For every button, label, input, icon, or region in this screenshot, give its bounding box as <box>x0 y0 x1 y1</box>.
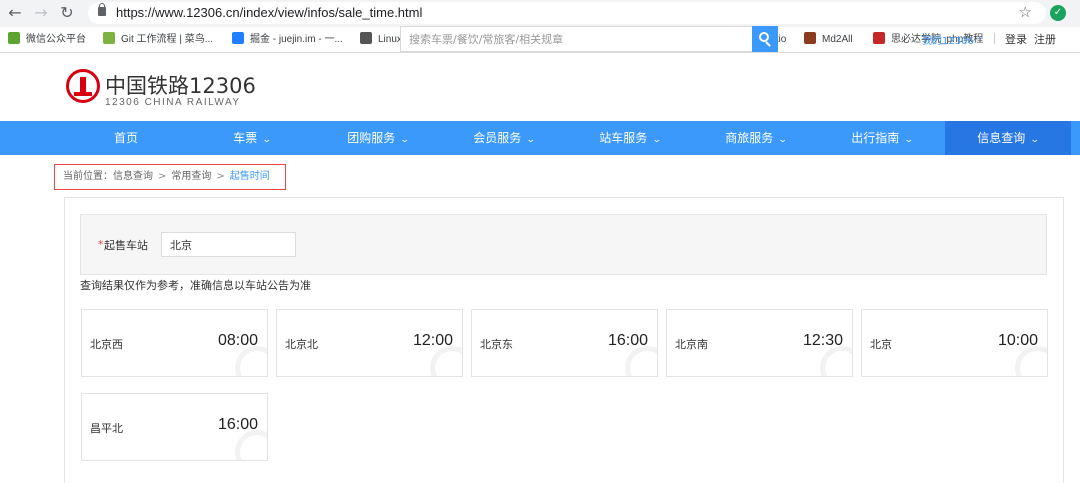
watermark-icon <box>235 430 267 460</box>
breadcrumb-current: 起售时间 <box>229 171 270 182</box>
breadcrumb-separator: > <box>216 171 225 182</box>
nav-item-label: 信息查询 <box>977 131 1026 145</box>
nav-item-label: 商旅服务 <box>725 131 774 145</box>
station-label: 起售车站 <box>104 239 148 252</box>
nav-item[interactable]: 商旅服务 ⌄ <box>693 121 819 155</box>
nav-item-label: 团购服务 <box>347 131 396 145</box>
reload-icon[interactable]: ↻ <box>58 4 76 22</box>
watermark-icon <box>235 346 267 376</box>
nav-item[interactable]: 车票 ⌄ <box>189 121 315 155</box>
bookmark-label: Git 工作流程 | 菜鸟... <box>121 34 214 45</box>
back-icon[interactable]: ← <box>6 4 24 22</box>
watermark-icon <box>430 346 462 376</box>
station-name: 北京东 <box>480 338 513 351</box>
bookmark-label: Md2All <box>822 34 853 45</box>
juejin-icon <box>232 32 244 44</box>
disclaimer-note: 查询结果仅作为参考，准确信息以车站公告为准 <box>80 279 311 292</box>
breadcrumb-item[interactable]: 信息查询 <box>113 171 153 182</box>
bookmark-star-icon[interactable]: ☆ <box>1019 3 1032 21</box>
nav-item[interactable]: 首页 <box>63 121 189 155</box>
bookmark-item[interactable]: 掘金 - juejin.im - 一... <box>232 32 343 48</box>
sale-time: 12:30 <box>802 332 843 349</box>
breadcrumb-prefix: 当前位置： <box>63 171 113 182</box>
nav-item[interactable]: 出行指南 ⌄ <box>819 121 945 155</box>
extension-icon[interactable]: ✓ <box>1050 5 1066 21</box>
chevron-down-icon: ⌄ <box>778 135 788 145</box>
runoob-icon <box>103 32 115 44</box>
sale-time: 08:00 <box>217 332 258 349</box>
forward-icon[interactable]: → <box>32 4 50 22</box>
station-input[interactable] <box>161 232 296 257</box>
divider <box>994 33 995 44</box>
railway-logo-icon[interactable] <box>66 69 100 103</box>
station-card: 北京北 12:00 <box>276 309 463 377</box>
bookmark-item[interactable]: 微信公众平台 <box>8 32 86 48</box>
bookmark-item[interactable]: Git 工作流程 | 菜鸟... <box>103 32 213 48</box>
chevron-down-icon: ⌄ <box>400 135 410 145</box>
main-nav: 首页 车票 ⌄ 团购服务 ⌄ 会员服务 ⌄ 站车服务 ⌄ 商旅服务 ⌄ 出行指南 ⌄ 信息查询 ⌄ <box>0 121 1080 155</box>
nav-item[interactable]: 团购服务 ⌄ <box>315 121 441 155</box>
station-card: 北京西 08:00 <box>81 309 268 377</box>
nav-item-label: 会员服务 <box>473 131 522 145</box>
wechat-icon <box>8 32 20 44</box>
lock-icon <box>98 3 106 16</box>
bookmark-label: 掘金 - juejin.im - 一... <box>250 34 343 45</box>
si-icon <box>873 32 885 44</box>
sale-time: 10:00 <box>997 332 1038 349</box>
nav-item-label: 站车服务 <box>599 131 648 145</box>
address-bar[interactable]: https://www.12306.cn/index/view/infos/sa… <box>88 2 1046 24</box>
station-name: 北京北 <box>285 338 318 351</box>
site-header: 中国铁路12306 12306 CHINA RAILWAY <box>0 53 1080 121</box>
watermark-icon <box>1015 346 1047 376</box>
sale-time: 12:00 <box>412 332 453 349</box>
chevron-down-icon: ⌄ <box>652 135 662 145</box>
station-name: 北京南 <box>675 338 708 351</box>
nav-item[interactable]: 站车服务 ⌄ <box>567 121 693 155</box>
search-icon <box>759 32 769 42</box>
nav-item[interactable]: 会员服务 ⌄ <box>441 121 567 155</box>
linux-icon <box>360 32 372 44</box>
chevron-down-icon[interactable]: ⌄ <box>977 32 985 42</box>
watermark-icon <box>820 346 852 376</box>
station-card: 北京南 12:30 <box>666 309 853 377</box>
bookmark-item[interactable]: Md2All <box>804 32 853 48</box>
bookmark-label: 微信公众平台 <box>26 34 86 45</box>
site-search <box>400 26 752 52</box>
station-card: 北京 10:00 <box>861 309 1048 377</box>
search-button[interactable] <box>752 26 778 52</box>
watermark-icon <box>625 346 657 376</box>
sale-time: 16:00 <box>217 416 258 433</box>
logo-title[interactable]: 中国铁路12306 <box>105 70 256 100</box>
required-mark: * <box>98 238 104 251</box>
logo-subtitle: 12306 CHINA RAILWAY <box>105 97 241 108</box>
register-link[interactable]: 注册 <box>1034 31 1056 47</box>
md2all-icon <box>804 32 816 44</box>
station-name: 昌平北 <box>90 422 123 435</box>
station-name: 北京西 <box>90 338 123 351</box>
chevron-down-icon: ⌄ <box>526 135 536 145</box>
nav-item[interactable]: 信息查询 ⌄ <box>945 121 1071 155</box>
breadcrumb-item[interactable]: 常用查询 <box>171 171 211 182</box>
nav-item-label: 出行指南 <box>851 131 900 145</box>
sale-time: 16:00 <box>607 332 648 349</box>
station-name: 北京 <box>870 338 892 351</box>
chevron-down-icon: ⌄ <box>262 135 272 145</box>
nav-item-label: 首页 <box>113 131 138 145</box>
station-card: 昌平北 16:00 <box>81 393 268 461</box>
url-text[interactable]: https://www.12306.cn/index/view/infos/sa… <box>116 5 422 20</box>
browser-toolbar: ← → ↻ https://www.12306.cn/index/view/in… <box>0 0 1080 27</box>
site-search-input[interactable] <box>401 27 751 51</box>
nav-item-label: 车票 <box>233 131 258 145</box>
chevron-down-icon: ⌄ <box>904 135 914 145</box>
breadcrumb: 当前位置：信息查询 > 常用查询 > 起售时间 <box>54 164 286 190</box>
my-account-link[interactable]: 我的12306 <box>922 32 974 47</box>
chevron-down-icon: ⌄ <box>1030 135 1040 145</box>
breadcrumb-separator: > <box>158 171 167 182</box>
login-link[interactable]: 登录 <box>1005 31 1027 47</box>
station-card: 北京东 16:00 <box>471 309 658 377</box>
